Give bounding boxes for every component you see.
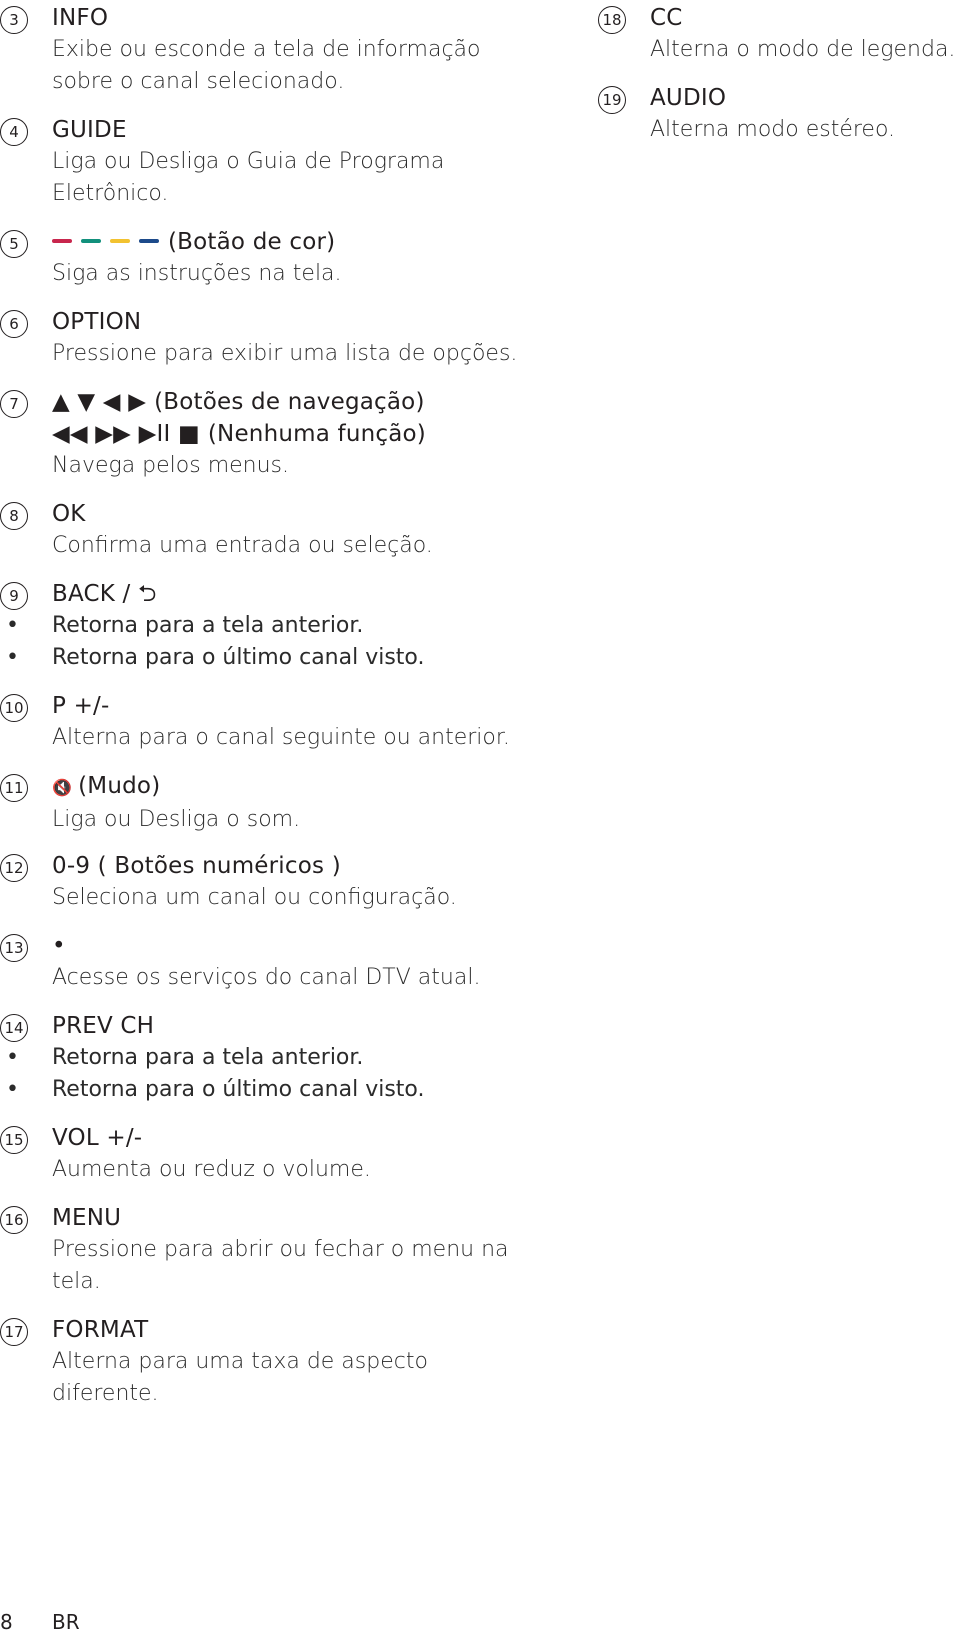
item-number: 10	[0, 694, 28, 722]
item-number: 14	[0, 1014, 28, 1042]
item-title-row: ▲ ▼ ◀ ▶ (Botões de navegação)	[52, 386, 612, 418]
item-desc: Alterna para uma taxa de aspecto	[52, 1349, 428, 1374]
item-title: (Botão de cor)	[168, 229, 336, 255]
item-desc: Eletrônico.	[52, 181, 169, 206]
item-prev-ch: 14 PREV CH Retorna para a tela anterior.…	[0, 1010, 612, 1106]
item-desc: Liga ou Desliga o som.	[52, 807, 301, 832]
item-number: 16	[0, 1206, 28, 1234]
item-desc: Alterna o modo de legenda.	[650, 37, 956, 62]
item-desc: Acesse os serviços do canal DTV atual.	[52, 965, 481, 990]
item-volume: 15 VOL +/- Aumenta ou reduz o volume.	[0, 1122, 612, 1186]
item-desc: tela.	[52, 1269, 101, 1294]
item-desc: Alterna modo estéreo.	[650, 117, 896, 142]
language-code: BR	[52, 1610, 80, 1634]
item-number: 9	[0, 582, 28, 610]
yellow-button-icon	[110, 238, 130, 243]
item-number: 6	[0, 310, 28, 338]
item-desc: Pressione para exibir uma lista de opçõe…	[52, 341, 518, 366]
item-title-row: ◀◀ ▶▶ ▶II ■ (Nenhuma função)	[52, 418, 612, 450]
item-title-row: 🔇 (Mudo)	[52, 770, 612, 804]
item-title: GUIDE	[52, 117, 127, 143]
red-button-icon	[52, 238, 72, 243]
item-mute: 11 🔇 (Mudo) Liga ou Desliga o som.	[0, 770, 612, 836]
item-number: 11	[0, 774, 28, 802]
bullet-item: Retorna para o último canal visto.	[0, 642, 612, 674]
item-number: 19	[598, 86, 626, 114]
item-desc: Aumenta ou reduz o volume.	[52, 1157, 371, 1182]
item-back: 9 BACK / ⮌ Retorna para a tela anterior.…	[0, 578, 612, 674]
bullet-item: Retorna para a tela anterior.	[0, 610, 612, 642]
item-desc: Pressione para abrir ou fechar o menu na	[52, 1237, 509, 1262]
item-guide: 4 GUIDE Liga ou Desliga o Guia de Progra…	[0, 114, 612, 210]
blue-button-icon	[139, 238, 159, 243]
item-title: 0-9 ( Botões numéricos )	[52, 853, 341, 879]
item-number: 4	[0, 118, 28, 146]
bullet-list: Retorna para a tela anterior. Retorna pa…	[0, 610, 612, 674]
bullet-list: Retorna para a tela anterior. Retorna pa…	[0, 1042, 612, 1106]
item-info: 3 INFO Exibe ou esconde a tela de inform…	[0, 2, 612, 98]
item-number: 3	[0, 6, 28, 34]
item-title: (Mudo)	[78, 773, 161, 799]
item-desc: diferente.	[52, 1381, 159, 1406]
media-keys-icon: ◀◀ ▶▶ ▶II ■	[52, 421, 200, 447]
item-title: CC	[650, 5, 683, 31]
item-title: P +/-	[52, 693, 110, 719]
mute-icon: 🔇	[52, 778, 73, 797]
item-number: 17	[0, 1318, 28, 1346]
bullet-item: Retorna para a tela anterior.	[0, 1042, 612, 1074]
item-ok: 8 OK Confirma uma entrada ou seleção.	[0, 498, 612, 562]
item-title: VOL +/-	[52, 1125, 143, 1151]
bullet-item: Retorna para o último canal visto.	[0, 1074, 612, 1106]
item-number: 15	[0, 1126, 28, 1154]
item-numeric: 12 0-9 ( Botões numéricos ) Seleciona um…	[0, 850, 612, 914]
item-title: PREV CH	[52, 1013, 155, 1039]
item-option: 6 OPTION Pressione para exibir uma lista…	[0, 306, 612, 370]
item-desc: Siga as instruções na tela.	[52, 261, 342, 286]
item-title: FORMAT	[52, 1317, 149, 1343]
item-desc: Liga ou Desliga o Guia de Programa	[52, 149, 445, 174]
item-menu: 16 MENU Pressione para abrir ou fechar o…	[0, 1202, 612, 1298]
item-title: OK	[52, 501, 86, 527]
item-format: 17 FORMAT Alterna para uma taxa de aspec…	[0, 1314, 612, 1410]
item-title: •	[52, 933, 66, 959]
item-number: 8	[0, 502, 28, 530]
item-title: OPTION	[52, 309, 142, 335]
green-button-icon	[81, 238, 101, 243]
item-desc: sobre o canal selecionado.	[52, 69, 345, 94]
item-desc: Navega pelos menus.	[52, 453, 290, 478]
item-desc: Confirma uma entrada ou seleção.	[52, 533, 433, 558]
item-number: 5	[0, 230, 28, 258]
item-title: INFO	[52, 5, 109, 31]
item-number: 13	[0, 934, 28, 962]
item-dtv: 13 • Acesse os serviços do canal DTV atu…	[0, 930, 612, 994]
arrow-keys-icon: ▲ ▼ ◀ ▶	[52, 389, 147, 415]
item-number: 7	[0, 390, 28, 418]
item-navigation: 7 ▲ ▼ ◀ ▶ (Botões de navegação) ◀◀ ▶▶ ▶II…	[0, 386, 612, 482]
item-channel: 10 P +/- Alterna para o canal seguinte o…	[0, 690, 612, 754]
item-desc: Exibe ou esconde a tela de informação	[52, 37, 481, 62]
item-title-row: (Botão de cor)	[52, 226, 612, 258]
item-number: 18	[598, 6, 626, 34]
item-desc: Alterna para o canal seguinte ou anterio…	[52, 725, 510, 750]
item-audio: 19 AUDIO Alterna modo estéreo.	[598, 82, 960, 146]
item-title: (Botões de navegação)	[154, 389, 425, 415]
item-desc: Seleciona um canal ou configuração.	[52, 885, 457, 910]
item-title: AUDIO	[650, 85, 727, 111]
item-title: BACK / ⮌	[52, 581, 157, 607]
item-title: (Nenhuma função)	[207, 421, 426, 447]
item-number: 12	[0, 854, 28, 882]
item-color-buttons: 5 (Botão de cor) Siga as instruções na t…	[0, 226, 612, 290]
page-number: 8	[0, 1610, 13, 1634]
item-cc: 18 CC Alterna o modo de legenda.	[598, 2, 960, 66]
item-title: MENU	[52, 1205, 122, 1231]
